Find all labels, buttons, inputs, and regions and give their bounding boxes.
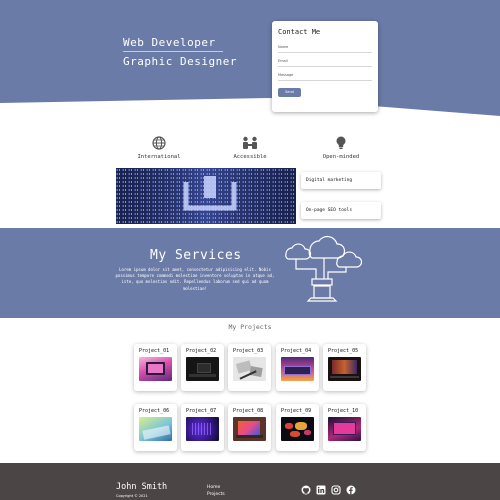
services-section: My Services Lorem ipsum dolor sit amet, … bbox=[0, 228, 500, 318]
contact-form: Contact Me Name Email Message Send bbox=[272, 21, 378, 112]
project-title: Project_04 bbox=[281, 348, 312, 354]
project-thumbnail bbox=[233, 357, 266, 381]
lightbulb-icon bbox=[336, 136, 346, 149]
project-card[interactable]: Project_08 bbox=[228, 404, 271, 451]
hero-section: Web Developer Graphic Designer Contact M… bbox=[0, 0, 500, 120]
services-title: My Services bbox=[150, 248, 242, 263]
project-thumbnail bbox=[186, 357, 219, 381]
cloud-computing-illustration bbox=[285, 235, 362, 302]
binary-code-image bbox=[116, 168, 296, 224]
project-thumbnail bbox=[328, 357, 361, 381]
project-thumbnail bbox=[139, 417, 172, 441]
project-thumbnail bbox=[186, 417, 219, 441]
feature-label: International bbox=[137, 154, 181, 160]
name-field[interactable]: Name bbox=[278, 45, 288, 49]
project-card[interactable]: Project_02 bbox=[181, 344, 224, 391]
message-field[interactable]: Message bbox=[278, 73, 293, 77]
project-card[interactable]: Project_10 bbox=[323, 404, 366, 451]
project-title: Project_02 bbox=[186, 348, 217, 354]
name-field-underline bbox=[278, 52, 372, 53]
hero-title-line1: Web Developer bbox=[123, 36, 216, 49]
project-card[interactable]: Project_01 bbox=[134, 344, 177, 391]
project-card[interactable]: Project_03 bbox=[228, 344, 271, 391]
feature-label: Open-minded bbox=[322, 154, 360, 160]
email-field[interactable]: Email bbox=[278, 59, 288, 63]
binary-pattern bbox=[116, 168, 296, 224]
people-icon bbox=[243, 136, 257, 149]
project-card[interactable]: Project_09 bbox=[276, 404, 319, 451]
project-card[interactable]: Project_05 bbox=[323, 344, 366, 391]
project-title: Project_07 bbox=[186, 408, 217, 414]
project-title: Project_08 bbox=[233, 408, 264, 414]
project-title: Project_10 bbox=[328, 408, 359, 414]
globe-icon bbox=[152, 136, 166, 150]
linkedin-icon[interactable] bbox=[316, 485, 326, 495]
project-thumbnail bbox=[328, 417, 361, 441]
footer-link-home[interactable]: Home bbox=[207, 485, 220, 490]
project-card[interactable]: Project_07 bbox=[181, 404, 224, 451]
footer-copyright: Copyright © 2021 bbox=[116, 494, 148, 498]
services-description: Lorem ipsum dolor sit amet, consectetur … bbox=[115, 267, 275, 291]
instagram-icon[interactable] bbox=[331, 485, 341, 495]
project-title: Project_05 bbox=[328, 348, 359, 354]
feature-open-minded: Open-minded bbox=[306, 136, 376, 160]
hero-background bbox=[0, 0, 500, 116]
feature-accessible: Accessible bbox=[215, 136, 285, 160]
project-title: Project_03 bbox=[233, 348, 264, 354]
facebook-icon[interactable] bbox=[346, 485, 356, 495]
github-icon[interactable] bbox=[301, 485, 311, 495]
project-thumbnail bbox=[233, 417, 266, 441]
hero-divider bbox=[123, 51, 223, 52]
send-button[interactable]: Send bbox=[278, 88, 301, 97]
email-field-underline bbox=[278, 66, 372, 67]
footer: John Smith Copyright © 2021 Home Project… bbox=[0, 463, 500, 500]
project-thumbnail bbox=[281, 357, 314, 381]
contact-title: Contact Me bbox=[278, 28, 321, 36]
hero-title-line2: Graphic Designer bbox=[123, 55, 237, 68]
tag-digital-marketing: Digital marketing bbox=[301, 172, 381, 189]
project-thumbnail bbox=[139, 357, 172, 381]
feature-label: Accessible bbox=[233, 154, 267, 160]
feature-international: International bbox=[124, 136, 194, 160]
tag-seo-tools: On-page SEO tools bbox=[301, 202, 381, 219]
footer-link-projects[interactable]: Projects bbox=[207, 492, 225, 497]
projects-heading: My Projects bbox=[228, 323, 272, 331]
message-field-underline bbox=[278, 80, 372, 81]
project-thumbnail bbox=[281, 417, 314, 441]
footer-name: John Smith bbox=[116, 482, 168, 492]
project-card[interactable]: Project_04 bbox=[276, 344, 319, 391]
project-title: Project_06 bbox=[139, 408, 170, 414]
project-title: Project_01 bbox=[139, 348, 170, 354]
project-card[interactable]: Project_06 bbox=[134, 404, 177, 451]
project-title: Project_09 bbox=[281, 408, 312, 414]
